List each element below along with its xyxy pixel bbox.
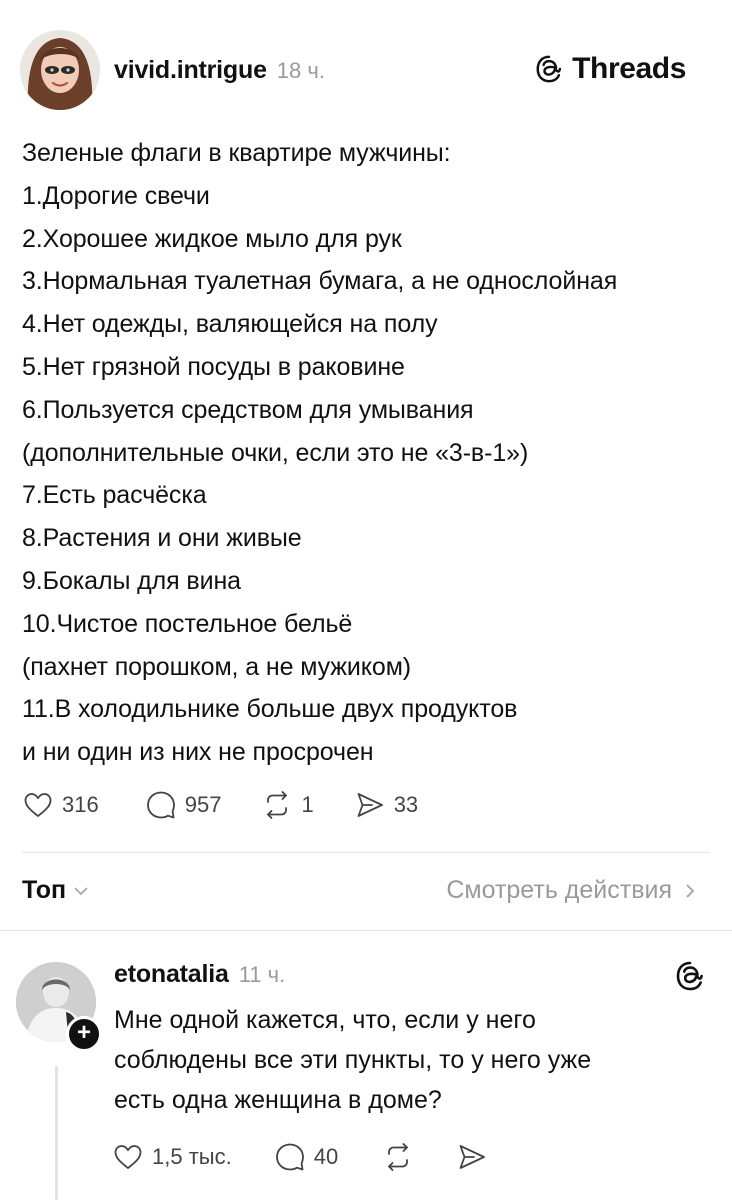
chevron-down-icon — [74, 886, 88, 895]
heart-icon — [24, 793, 52, 817]
author-avatar[interactable] — [20, 30, 100, 110]
post-line: (дополнительные очки, если это не «3-в-1… — [22, 438, 529, 467]
heart-icon — [114, 1145, 142, 1169]
reply-actions: 1,5 тыс. 40 — [112, 1136, 488, 1178]
comment-count: 957 — [184, 792, 222, 817]
post-time: 18 ч. — [276, 58, 325, 83]
sort-label: Топ — [22, 876, 67, 904]
post-actions: 316 957 1 33 — [22, 784, 418, 826]
reply-time: 11 ч. — [238, 962, 286, 987]
divider — [0, 930, 732, 931]
comment-button[interactable]: 957 — [145, 789, 222, 821]
reply-line: Мне одной кажется, что, если у него — [114, 1006, 536, 1034]
reply-comment-button[interactable]: 40 — [274, 1141, 338, 1173]
reply-repost-button[interactable] — [382, 1141, 414, 1173]
reply-author-name[interactable]: etonatalia — [114, 960, 229, 989]
post-header: vivid.intrigue 18 ч. Threads — [20, 30, 712, 114]
thread-line — [55, 1066, 58, 1200]
sort-dropdown[interactable]: Топ — [22, 876, 90, 905]
post-line: 4.Нет одежды, валяющейся на полу — [22, 310, 438, 339]
post-line: 6.Пользуется средством для умывания — [22, 395, 474, 424]
share-button[interactable]: 33 — [354, 789, 418, 821]
post-line: (пахнет порошком, а не мужиком) — [22, 652, 412, 681]
chevron-right-icon — [686, 883, 695, 898]
post-line: 7.Есть расчёска — [22, 481, 207, 510]
post-author-name[interactable]: vivid.intrigue — [114, 56, 267, 85]
post-meta: vivid.intrigue 18 ч. — [114, 56, 325, 85]
replies-bar: Топ Смотреть действия — [22, 862, 702, 920]
comment-bubble-icon — [275, 1143, 304, 1171]
divider — [22, 852, 710, 853]
like-button[interactable]: 316 — [22, 789, 99, 821]
post-line: и ни один из них не просрочен — [22, 738, 374, 767]
repost-icon — [388, 1143, 409, 1171]
reply-text: Мне одной кажется, что, если у него собл… — [114, 1000, 714, 1120]
reply-meta: etonatalia 11 ч. — [114, 960, 285, 989]
reply-line: есть одна женщина в доме? — [114, 1086, 442, 1114]
author-avatar-image — [20, 30, 100, 110]
reply-comment-count: 40 — [313, 1144, 339, 1169]
post-line: 3.Нормальная туалетная бумага, а не одно… — [22, 267, 618, 296]
reply-line: соблюдены все эти пункты, то у него уже — [114, 1046, 592, 1074]
repost-button[interactable]: 1 — [261, 789, 314, 821]
comment-bubble-icon — [146, 791, 175, 819]
reply-like-button[interactable]: 1,5 тыс. — [112, 1141, 232, 1173]
reply-item: + etonatalia 11 ч. Мне одной кажется, чт… — [0, 940, 732, 1200]
threads-brand: Threads — [534, 52, 686, 86]
reply-like-count: 1,5 тыс. — [152, 1144, 232, 1169]
share-count: 33 — [393, 792, 419, 817]
post-line: 5.Нет грязной посуды в раковине — [22, 352, 405, 381]
threads-logo-icon[interactable] — [674, 960, 706, 992]
activity-label: Смотреть действия — [446, 876, 672, 904]
post-line: 8.Растения и они живые — [22, 524, 302, 553]
follow-plus-button[interactable]: + — [66, 1016, 102, 1052]
view-activity-link[interactable]: Смотреть действия — [446, 876, 698, 905]
threads-logo-icon — [536, 55, 562, 83]
like-count: 316 — [62, 792, 99, 817]
threads-brand-label: Threads — [572, 52, 686, 85]
repost-count: 1 — [301, 792, 314, 817]
share-icon — [459, 1145, 486, 1169]
post-text: Зеленые флаги в квартире мужчины: 1.Доро… — [22, 132, 718, 774]
reply-share-button[interactable] — [456, 1141, 488, 1173]
post-line: 11.В холодильнике больше двух продуктов — [22, 695, 518, 724]
post-line: 10.Чистое постельное бельё — [22, 609, 353, 638]
share-icon — [357, 793, 383, 817]
post-line: 9.Бокалы для вина — [22, 566, 241, 595]
repost-icon — [267, 791, 288, 819]
post-line: 2.Хорошее жидкое мыло для рук — [22, 224, 402, 253]
post-line: 1.Дорогие свечи — [22, 181, 210, 210]
post-line: Зеленые флаги в квартире мужчины: — [22, 139, 451, 167]
